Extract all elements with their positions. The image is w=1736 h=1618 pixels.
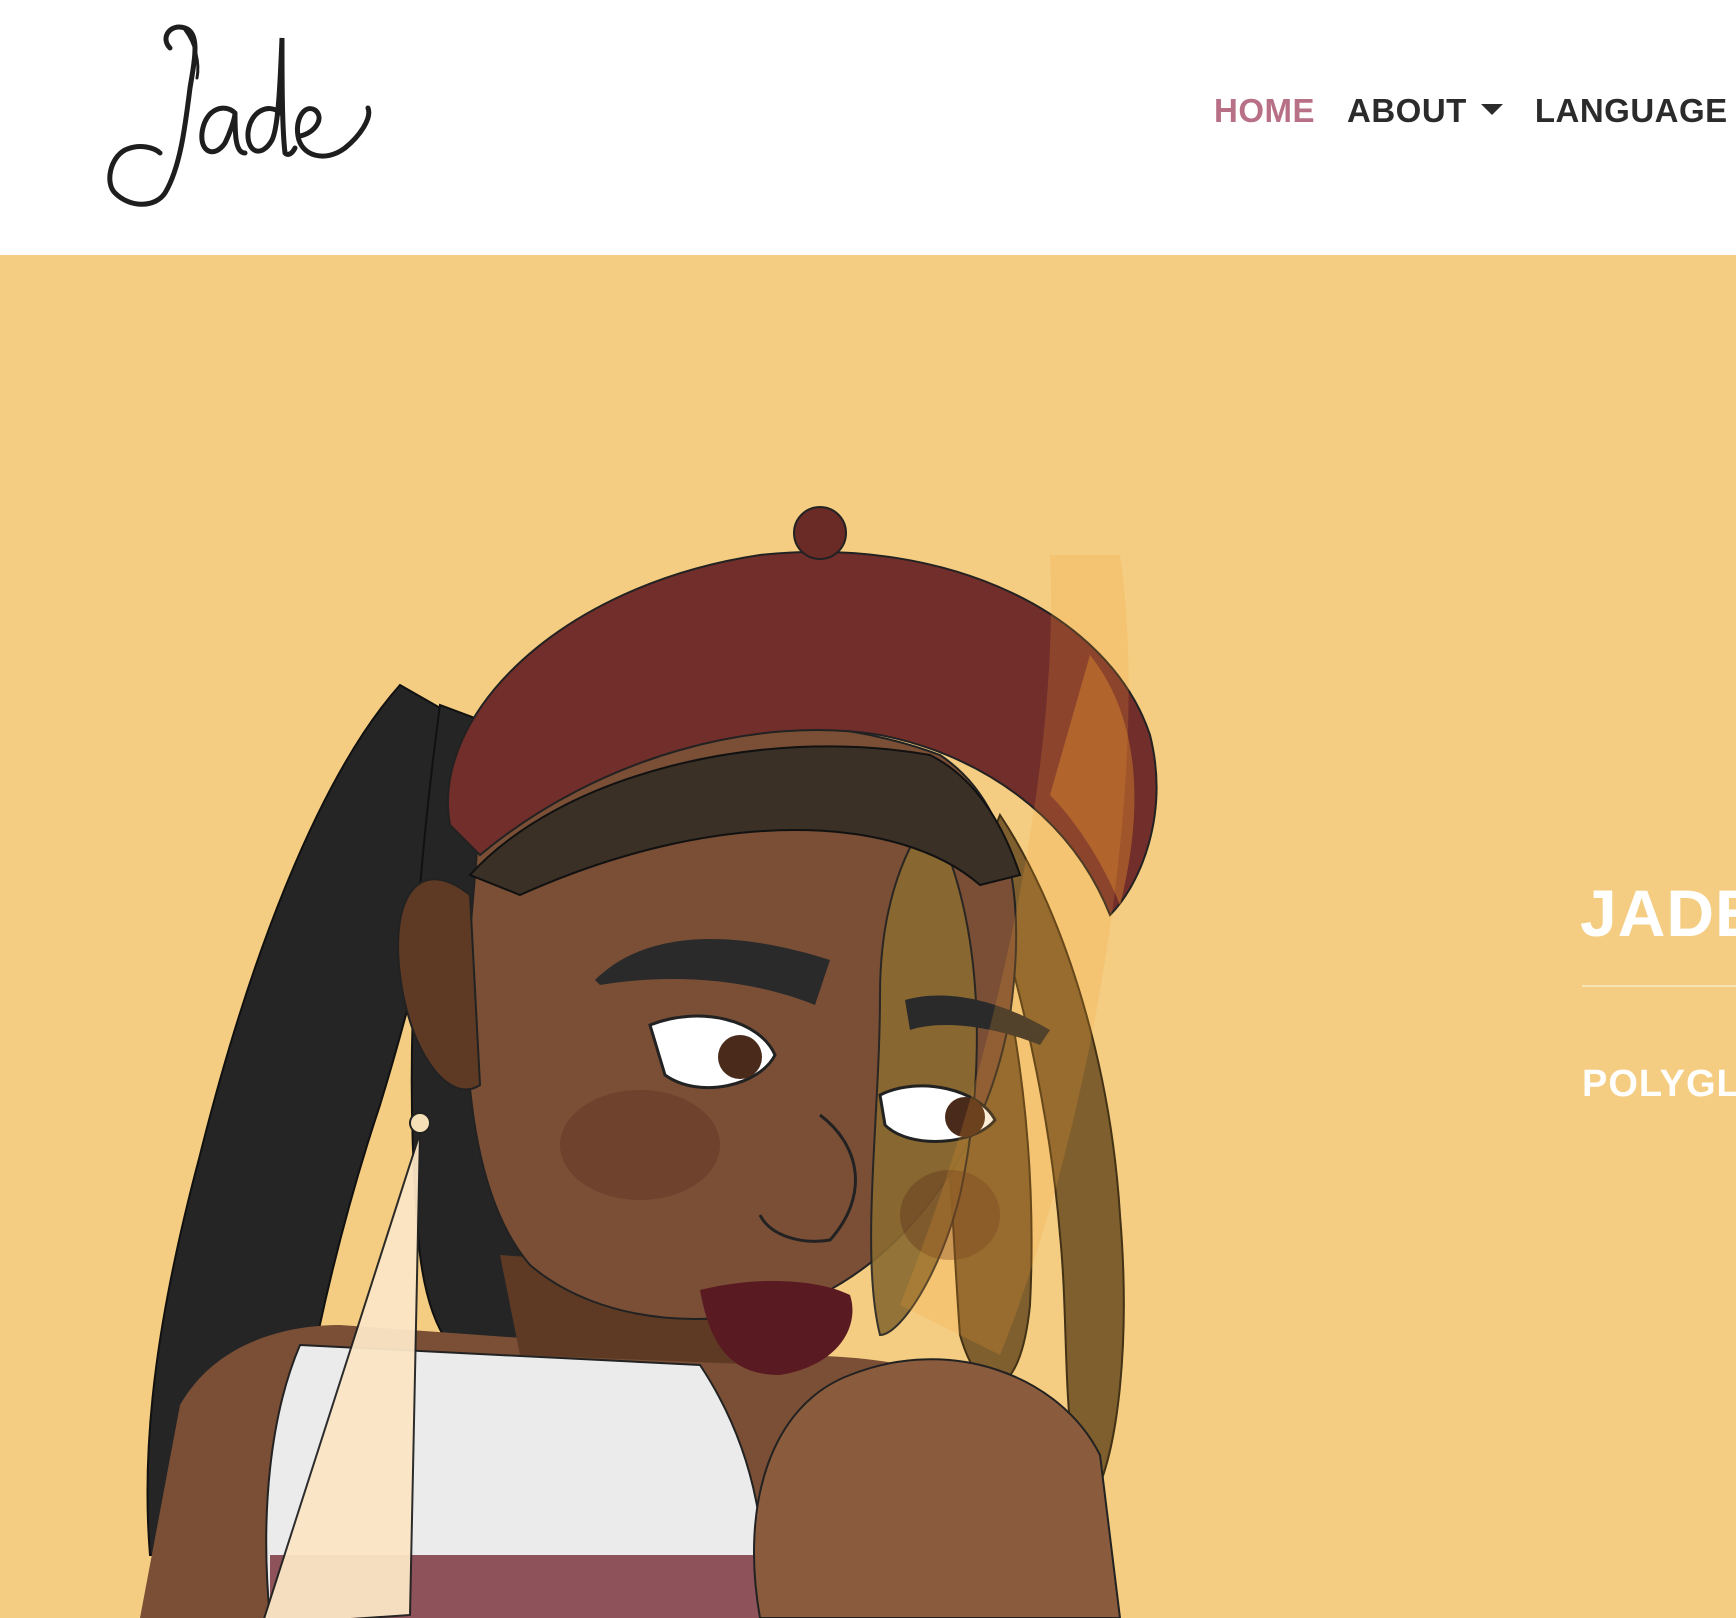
site-header: HOME ABOUT LANGUAGE	[0, 0, 1736, 255]
nav-home-link[interactable]: HOME	[1214, 92, 1315, 130]
ear	[397, 878, 482, 1091]
main-nav: HOME ABOUT LANGUAGE	[1214, 92, 1736, 130]
hero-section: JADE POLYGL	[0, 255, 1736, 1618]
nav-about-label: ABOUT	[1347, 92, 1467, 129]
hero-subtitle: POLYGL	[1582, 1063, 1736, 1105]
chevron-down-icon	[1480, 103, 1503, 115]
jade-portrait-illustration	[140, 506, 1158, 1618]
beret-knob	[793, 506, 847, 560]
iris-left	[718, 1035, 762, 1079]
earring-stud	[409, 1112, 431, 1134]
jade-logo[interactable]	[100, 18, 380, 208]
hero-divider	[1582, 985, 1736, 987]
nav-about-link[interactable]: ABOUT	[1347, 92, 1503, 130]
blush-left	[560, 1090, 720, 1200]
nav-language-link[interactable]: LANGUAGE	[1535, 92, 1728, 130]
hero-title: JADE	[1580, 876, 1736, 950]
